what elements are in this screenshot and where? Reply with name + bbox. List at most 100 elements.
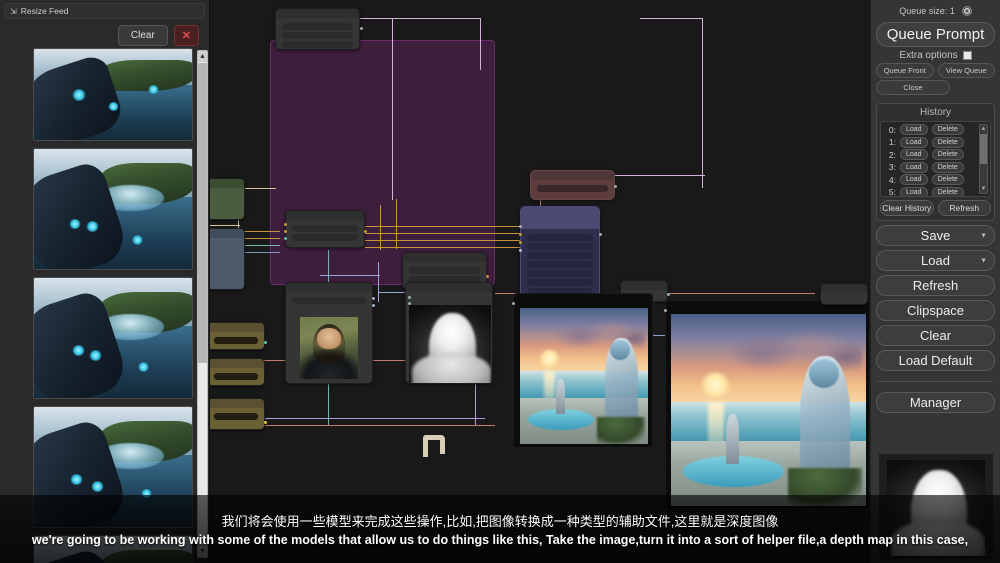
load-image-node[interactable] (285, 282, 375, 384)
close-feed-button[interactable]: ✕ (173, 25, 199, 46)
extra-options-checkbox[interactable] (962, 51, 972, 60)
chevron-down-icon[interactable]: ▼ (980, 232, 987, 239)
refresh-history-button[interactable]: Refresh (937, 200, 991, 216)
node-widget[interactable] (527, 279, 593, 286)
node-widget[interactable] (214, 413, 258, 420)
history-delete-button[interactable]: Delete (931, 174, 964, 185)
feed-thumbnail[interactable] (33, 48, 193, 141)
node-widget[interactable] (527, 252, 593, 259)
refresh-button[interactable]: Refresh (876, 275, 995, 296)
clear-button[interactable]: Clear (876, 325, 995, 346)
sidebar-preview-thumbnail[interactable]: udemy (879, 454, 993, 559)
feed-thumbnail[interactable] (33, 535, 193, 563)
node-widget[interactable] (282, 41, 353, 48)
save-button[interactable]: Save ▼ (876, 225, 995, 246)
history-delete-button[interactable]: Delete (931, 149, 964, 160)
node-widget[interactable] (527, 261, 593, 268)
node-widget[interactable] (409, 267, 480, 274)
node-widget[interactable] (214, 337, 258, 344)
queue-prompt-button[interactable]: Queue Prompt (876, 22, 995, 47)
history-load-button[interactable]: Load (900, 174, 928, 185)
load-button[interactable]: Load ▼ (876, 250, 995, 271)
node-port[interactable] (264, 421, 267, 424)
save-image-node-1[interactable] (512, 293, 653, 448)
checkpoint-loader-node[interactable] (210, 178, 245, 220)
node-port[interactable] (519, 241, 522, 244)
history-load-button[interactable]: Load (900, 149, 928, 160)
feed-scrollbar[interactable]: ▲ ▼ (197, 50, 208, 558)
node-port[interactable] (372, 297, 375, 300)
history-load-button[interactable]: Load (900, 124, 928, 135)
node-port[interactable] (519, 225, 522, 228)
lora-node-3[interactable] (210, 398, 267, 430)
node-group-purple[interactable]: Load Stuff / Endcoder (270, 40, 495, 285)
scroll-down-arrow[interactable]: ▼ (198, 546, 207, 557)
node-port[interactable] (284, 223, 287, 226)
chevron-down-icon[interactable]: ▼ (980, 257, 987, 264)
node-widget[interactable] (527, 243, 593, 250)
lora-node-2[interactable] (210, 358, 265, 386)
node-widget[interactable] (282, 23, 353, 30)
node-port[interactable] (486, 275, 489, 278)
node-port[interactable] (360, 27, 363, 30)
history-delete-button[interactable]: Delete (931, 136, 964, 148)
history-load-button[interactable]: Load (900, 136, 928, 148)
node-widget[interactable] (214, 373, 258, 380)
history-load-button[interactable]: Load (900, 186, 928, 196)
feed-thumbnail[interactable] (33, 277, 193, 399)
lora-node-1[interactable] (210, 322, 267, 350)
clear-feed-button[interactable]: Clear (117, 25, 168, 46)
node-port[interactable] (408, 296, 411, 299)
node-port[interactable] (599, 233, 602, 236)
feed-title-bar[interactable]: ⇲ Resize Feed (4, 3, 205, 19)
note-node[interactable] (275, 8, 363, 50)
load-default-button[interactable]: Load Default (876, 350, 995, 371)
node-graph-canvas[interactable]: Load Stuff / Endcoder (210, 0, 870, 563)
node-port[interactable] (512, 302, 515, 305)
node-widget[interactable] (527, 234, 593, 241)
manager-button[interactable]: Manager (876, 392, 995, 413)
clear-history-button[interactable]: Clear History (880, 200, 934, 216)
scroll-up-arrow[interactable]: ▲ (198, 51, 207, 62)
node-widget[interactable] (282, 32, 353, 39)
node-widget[interactable] (292, 225, 358, 232)
node-widget[interactable] (292, 234, 358, 241)
scrollbar-thumb[interactable] (198, 63, 207, 363)
node-port[interactable] (284, 230, 287, 233)
history-scrollbar[interactable]: ▲ ▼ (979, 124, 988, 194)
latent-node[interactable] (530, 170, 617, 200)
close-extra-options-button[interactable]: Close (876, 80, 950, 95)
clipspace-button[interactable]: Clipspace (876, 300, 995, 321)
node-port[interactable] (667, 293, 670, 296)
node-port[interactable] (264, 341, 267, 344)
reroute-node[interactable] (820, 283, 868, 305)
depth-preprocessor-node[interactable] (405, 282, 493, 384)
node-widget[interactable] (292, 297, 366, 304)
ksampler-node[interactable] (519, 206, 602, 300)
feed-thumbnail[interactable] (33, 406, 193, 528)
node-port[interactable] (519, 233, 522, 236)
node-widget[interactable] (527, 270, 593, 277)
save-image-node-2[interactable] (664, 300, 870, 510)
node-port[interactable] (614, 185, 617, 188)
clip-text-encode-positive[interactable] (284, 210, 367, 248)
history-load-button[interactable]: Load (900, 161, 928, 173)
node-port[interactable] (519, 249, 522, 252)
queue-front-button[interactable]: Queue Front (876, 63, 934, 78)
history-delete-button[interactable]: Delete (931, 186, 964, 196)
feed-thumbnail[interactable] (33, 148, 193, 270)
history-list[interactable]: 0: Load Delete 1: Load Delete 2: Load De… (880, 121, 991, 197)
gear-icon[interactable] (961, 6, 972, 16)
node-widget[interactable] (537, 185, 608, 192)
clip-node[interactable] (210, 228, 245, 290)
node-port[interactable] (284, 237, 287, 240)
node-port[interactable] (364, 230, 367, 233)
scroll-down-arrow[interactable]: ▼ (980, 185, 987, 193)
node-port[interactable] (408, 302, 411, 305)
scroll-up-arrow[interactable]: ▲ (980, 125, 987, 133)
feed-thumbnail-list[interactable] (0, 48, 210, 563)
node-port[interactable] (372, 304, 375, 307)
node-port[interactable] (664, 309, 667, 312)
scrollbar-thumb[interactable] (980, 134, 987, 164)
history-delete-button[interactable]: Delete (931, 161, 964, 173)
